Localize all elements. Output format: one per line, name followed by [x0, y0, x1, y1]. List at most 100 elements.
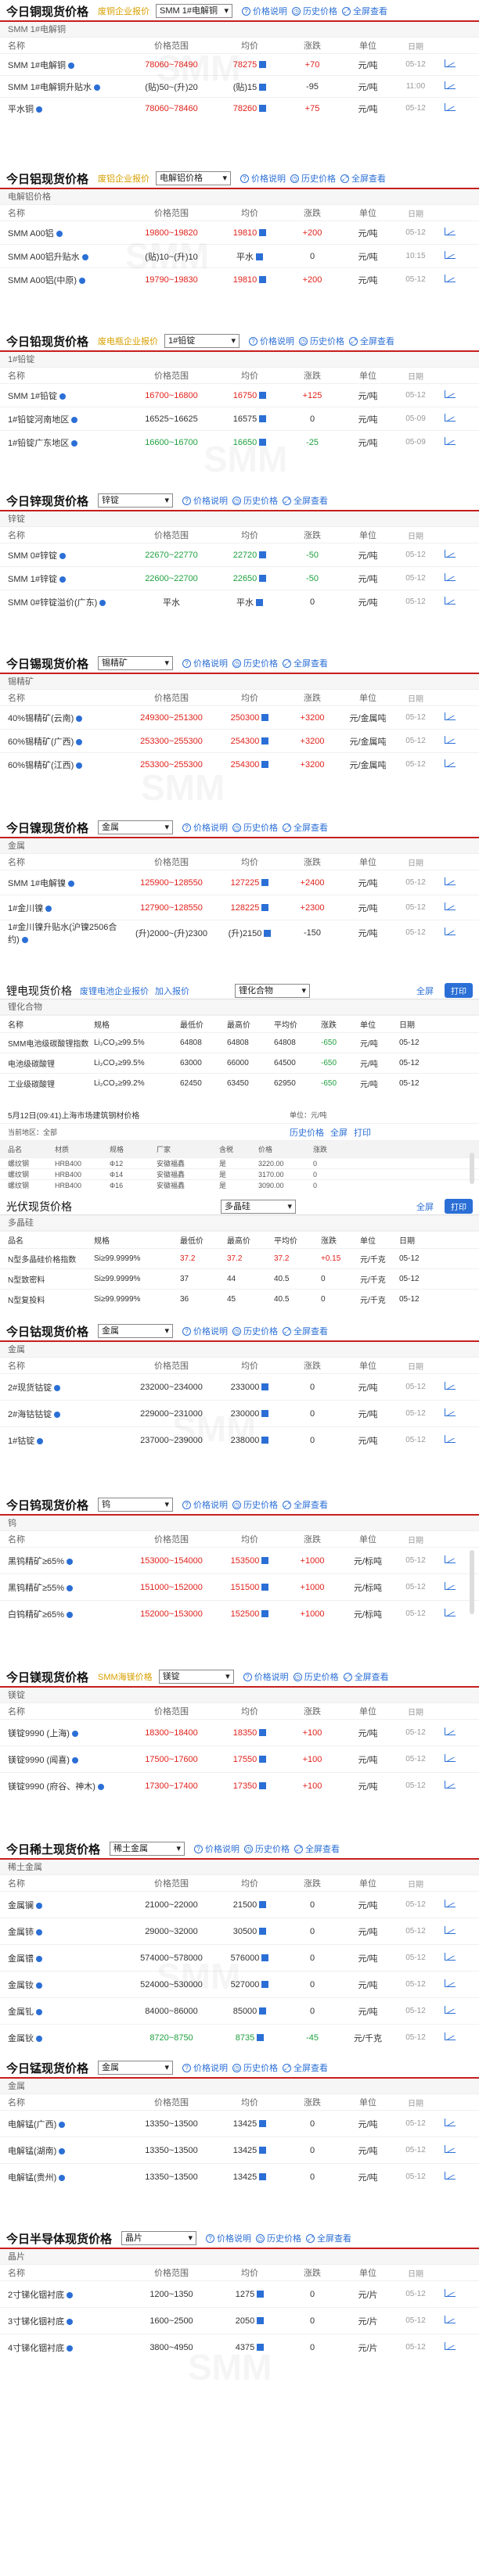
- trend-icon[interactable]: [445, 2172, 456, 2180]
- info-icon[interactable]: [54, 1411, 61, 1418]
- tungsten-category-select[interactable]: 钨: [98, 1498, 174, 1512]
- copper-enterprise-link[interactable]: 废铜企业报价: [98, 5, 149, 17]
- info-icon[interactable]: [71, 439, 78, 447]
- chart-icon[interactable]: [261, 1383, 269, 1391]
- info-icon[interactable]: [36, 106, 42, 113]
- rare-category-select[interactable]: 稀土金属: [110, 1842, 185, 1856]
- trend-icon[interactable]: [445, 1781, 456, 1788]
- info-icon[interactable]: [81, 253, 88, 260]
- history-button[interactable]: ◷ 历史价格: [256, 2232, 301, 2244]
- price-note-button[interactable]: ? 价格说明: [182, 821, 228, 834]
- chart-icon[interactable]: [261, 1437, 269, 1444]
- price-note-button[interactable]: ? 价格说明: [182, 494, 228, 507]
- semi-category-select[interactable]: 晶片: [121, 2231, 197, 2245]
- info-icon[interactable]: [36, 1928, 42, 1936]
- steel-tool-button[interactable]: 历史价格: [290, 1126, 324, 1139]
- chart-icon[interactable]: [261, 1954, 269, 1962]
- history-button[interactable]: ◷ 历史价格: [232, 657, 278, 669]
- info-icon[interactable]: [21, 936, 28, 943]
- chart-icon[interactable]: [261, 714, 269, 722]
- zinc-category-select[interactable]: 锌锭: [98, 493, 174, 508]
- info-icon[interactable]: [59, 2121, 66, 2128]
- history-button[interactable]: ◷ 历史价格: [232, 494, 278, 507]
- trend-icon[interactable]: [445, 1382, 456, 1390]
- chart-icon[interactable]: [259, 2120, 267, 2128]
- info-icon[interactable]: [59, 2174, 66, 2181]
- price-note-button[interactable]: ? 价格说明: [206, 2232, 251, 2244]
- trend-icon[interactable]: [445, 1979, 456, 1987]
- chart-icon[interactable]: [261, 904, 269, 912]
- trend-icon[interactable]: [445, 1926, 456, 1934]
- fullscreen-button[interactable]: 全屏: [416, 985, 434, 997]
- chart-icon[interactable]: [259, 1928, 267, 1936]
- trend-icon[interactable]: [445, 251, 456, 259]
- chart-icon[interactable]: [264, 930, 272, 938]
- fullscreen-button[interactable]: ⤢ 全屏查看: [283, 2061, 328, 2074]
- info-icon[interactable]: [67, 2291, 74, 2298]
- trend-icon[interactable]: [445, 2316, 456, 2323]
- trend-icon[interactable]: [445, 103, 456, 111]
- trend-icon[interactable]: [445, 877, 456, 885]
- price-note-button[interactable]: ? 价格说明: [240, 172, 286, 185]
- info-icon[interactable]: [93, 84, 100, 91]
- info-icon[interactable]: [71, 1756, 78, 1763]
- trend-icon[interactable]: [445, 1727, 456, 1735]
- print-button[interactable]: 打印: [445, 1199, 473, 1214]
- trend-icon[interactable]: [445, 736, 456, 744]
- magnesium-category-select[interactable]: 镁锭: [158, 1670, 234, 1684]
- trend-icon[interactable]: [445, 437, 456, 445]
- info-icon[interactable]: [67, 62, 74, 69]
- history-button[interactable]: ◷ 历史价格: [244, 1842, 290, 1855]
- chart-icon[interactable]: [259, 1756, 267, 1763]
- info-icon[interactable]: [45, 905, 52, 912]
- info-icon[interactable]: [54, 1384, 61, 1391]
- info-icon[interactable]: [67, 2318, 74, 2325]
- info-icon[interactable]: [59, 576, 66, 583]
- chart-icon[interactable]: [259, 2147, 267, 2154]
- chart-icon[interactable]: [256, 253, 263, 261]
- fullscreen-button[interactable]: ⤢ 全屏查看: [306, 2232, 351, 2244]
- trend-icon[interactable]: [445, 1555, 456, 1563]
- info-icon[interactable]: [97, 1783, 104, 1790]
- trend-icon[interactable]: [445, 1582, 456, 1590]
- trend-icon[interactable]: [445, 1900, 456, 1907]
- steel-tool-button[interactable]: 打印: [354, 1126, 371, 1139]
- fullscreen-button[interactable]: ⤢ 全屏查看: [283, 821, 328, 834]
- trend-icon[interactable]: [445, 1609, 456, 1616]
- chart-icon[interactable]: [261, 761, 269, 769]
- trend-icon[interactable]: [445, 1953, 456, 1961]
- lithium-link[interactable]: 废锂电池企业报价: [80, 985, 149, 997]
- pv-select[interactable]: 多晶硅: [221, 1199, 296, 1214]
- info-icon[interactable]: [67, 1558, 74, 1565]
- trend-icon[interactable]: [445, 274, 456, 282]
- info-icon[interactable]: [59, 2147, 66, 2154]
- price-note-button[interactable]: ? 价格说明: [182, 657, 228, 669]
- info-icon[interactable]: [76, 762, 83, 769]
- chart-icon[interactable]: [259, 551, 267, 559]
- chart-icon[interactable]: [261, 737, 269, 745]
- aluminum-category-select[interactable]: 电解铝价格: [156, 171, 232, 185]
- trend-icon[interactable]: [445, 712, 456, 720]
- trend-icon[interactable]: [445, 2032, 456, 2040]
- chart-icon[interactable]: [259, 1729, 267, 1737]
- trend-icon[interactable]: [445, 550, 456, 558]
- lithium-select[interactable]: 锂化合物: [235, 983, 310, 998]
- lead-category-select[interactable]: 1#铅锭: [164, 334, 240, 348]
- price-note-button[interactable]: ? 价格说明: [182, 1325, 228, 1337]
- fullscreen-button[interactable]: ⤢ 全屏查看: [340, 172, 386, 185]
- info-icon[interactable]: [36, 2008, 42, 2015]
- info-icon[interactable]: [99, 599, 106, 606]
- fullscreen-button[interactable]: ⤢ 全屏查看: [343, 1670, 389, 1683]
- trend-icon[interactable]: [445, 927, 456, 935]
- history-button[interactable]: ◷ 历史价格: [232, 821, 278, 834]
- scrollbar[interactable]: [470, 1550, 474, 1614]
- chart-icon[interactable]: [259, 2007, 267, 2015]
- info-icon[interactable]: [76, 715, 83, 722]
- trend-icon[interactable]: [445, 2289, 456, 2297]
- trend-icon[interactable]: [445, 573, 456, 581]
- info-icon[interactable]: [67, 1584, 74, 1591]
- info-icon[interactable]: [36, 1982, 42, 1989]
- info-icon[interactable]: [79, 277, 86, 284]
- chart-icon[interactable]: [261, 1981, 269, 1989]
- trend-icon[interactable]: [445, 597, 456, 605]
